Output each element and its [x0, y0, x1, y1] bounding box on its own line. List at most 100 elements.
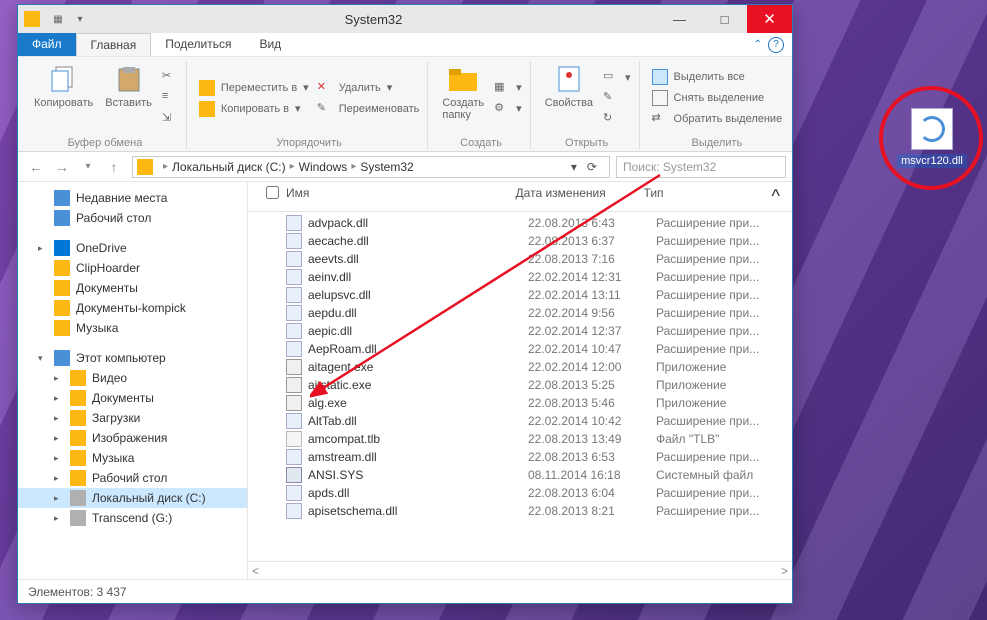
sidebar-item-desktop2[interactable]: ▸Рабочий стол — [18, 468, 247, 488]
sidebar-item-music[interactable]: Музыка — [18, 318, 247, 338]
ribbon-collapse-icon[interactable]: ⌃ — [754, 39, 762, 50]
file-row[interactable]: aelupsvc.dll22.02.2014 13:11Расширение п… — [248, 286, 792, 304]
newitem-icon[interactable]: ▦▾ — [492, 79, 524, 97]
search-input[interactable]: Поиск: System32 — [616, 156, 786, 178]
titlebar[interactable]: ▦ ▾ System32 — □ ✕ — [18, 5, 792, 33]
scroll-up-icon[interactable]: ^ — [772, 186, 784, 207]
file-row[interactable]: aepdu.dll22.02.2014 9:56Расширение при..… — [248, 304, 792, 322]
column-type[interactable]: Тип — [644, 186, 772, 207]
rename-button[interactable]: ✎Переименовать — [315, 100, 422, 118]
file-name: AltTab.dll — [308, 414, 357, 428]
breadcrumb-part[interactable]: System32 — [360, 160, 413, 174]
file-icon — [286, 215, 302, 231]
sidebar-item-transcend[interactable]: ▸Transcend (G:) — [18, 508, 247, 528]
file-date: 22.08.2013 5:25 — [528, 378, 656, 392]
sidebar-item-documents2[interactable]: ▸Документы — [18, 388, 247, 408]
desktop-file-msvcr120[interactable]: msvcr120.dll — [897, 108, 967, 168]
sidebar-item-music2[interactable]: ▸Музыка — [18, 448, 247, 468]
sidebar-item-downloads[interactable]: ▸Загрузки — [18, 408, 247, 428]
file-icon — [286, 359, 302, 375]
history-icon[interactable]: ↻ — [601, 110, 633, 128]
tab-file[interactable]: Файл — [18, 33, 76, 56]
file-row[interactable]: apds.dll22.08.2013 6:04Расширение при... — [248, 484, 792, 502]
file-date: 08.11.2014 16:18 — [528, 468, 656, 482]
help-icon[interactable]: ? — [768, 37, 784, 53]
sidebar-item-onedrive[interactable]: ▸OneDrive — [18, 238, 247, 258]
copypath-icon[interactable]: ≡ — [160, 89, 180, 107]
file-name: apisetschema.dll — [308, 504, 397, 518]
tab-share[interactable]: Поделиться — [151, 33, 245, 56]
selectnone-button[interactable]: Снять выделение — [650, 89, 785, 107]
dll-file-icon — [911, 108, 953, 150]
file-row[interactable]: aeinv.dll22.02.2014 12:31Расширение при.… — [248, 268, 792, 286]
file-type: Приложение — [656, 396, 784, 410]
easyaccess-icon[interactable]: ⚙▾ — [492, 100, 524, 118]
sidebar-item-documents-kompick[interactable]: Документы-kompick — [18, 298, 247, 318]
file-name: aelupsvc.dll — [308, 288, 371, 302]
up-button[interactable]: ↑ — [102, 155, 126, 179]
file-list: Имя Дата изменения Тип ^ advpack.dll 22.0… — [248, 182, 792, 579]
paste-button[interactable]: Вставить — [101, 61, 156, 135]
quick-newfolder-icon[interactable]: ▾ — [70, 9, 90, 29]
breadcrumb-part[interactable]: Windows — [299, 160, 348, 174]
history-dropdown[interactable]: ▾ — [76, 155, 100, 179]
address-bar[interactable]: ▸ Локальный диск (C:) ▸ Windows ▸ System… — [132, 156, 610, 178]
close-button[interactable]: ✕ — [747, 5, 792, 33]
sidebar-item-video[interactable]: ▸Видео — [18, 368, 247, 388]
file-type: Расширение при... — [656, 252, 784, 266]
file-row[interactable]: amcompat.tlb22.08.2013 13:49Файл "TLB" — [248, 430, 792, 448]
file-row[interactable]: aecache.dll22.08.2013 6:37Расширение при… — [248, 232, 792, 250]
sidebar-item-desktop[interactable]: Рабочий стол — [18, 208, 247, 228]
minimize-button[interactable]: — — [657, 5, 702, 33]
sidebar-item-cliphoarder[interactable]: ClipHoarder — [18, 258, 247, 278]
invertselect-button[interactable]: ⇄Обратить выделение — [650, 110, 785, 128]
ribbon: Копировать Вставить ✂ ≡ ⇲ Буфер обмена П… — [18, 57, 792, 152]
file-row[interactable]: aeevts.dll22.08.2013 7:16Расширение при.… — [248, 250, 792, 268]
horizontal-scrollbar[interactable]: <> — [248, 561, 792, 579]
ribbon-tabs: Файл Главная Поделиться Вид ⌃ ? — [18, 33, 792, 57]
file-row[interactable]: alg.exe22.08.2013 5:46Приложение — [248, 394, 792, 412]
file-row[interactable]: AltTab.dll22.02.2014 10:42Расширение при… — [248, 412, 792, 430]
selectall-button[interactable]: Выделить все — [650, 68, 785, 86]
sidebar-item-recent[interactable]: Недавние места — [18, 188, 247, 208]
file-name: aeinv.dll — [308, 270, 351, 284]
newfolder-button[interactable]: Создать папку — [438, 61, 488, 135]
properties-button[interactable]: Свойства — [541, 61, 597, 135]
moveto-button[interactable]: Переместить в ▾ — [197, 79, 311, 97]
maximize-button[interactable]: □ — [702, 5, 747, 33]
copy-button[interactable]: Копировать — [30, 61, 97, 135]
sidebar-item-pictures[interactable]: ▸Изображения — [18, 428, 247, 448]
tab-view[interactable]: Вид — [245, 33, 295, 56]
cut-icon[interactable]: ✂ — [160, 68, 180, 86]
sidebar-item-thispc[interactable]: ▾Этот компьютер — [18, 348, 247, 368]
select-all-checkbox[interactable] — [266, 186, 279, 199]
file-name: advpack.dll — [308, 216, 368, 230]
file-row[interactable]: aepic.dll22.02.2014 12:37Расширение при.… — [248, 322, 792, 340]
pasteshortcut-icon[interactable]: ⇲ — [160, 110, 180, 128]
back-button[interactable]: ← — [24, 155, 48, 179]
file-type: Расширение при... — [656, 306, 784, 320]
column-name[interactable]: Имя — [286, 186, 516, 207]
file-row[interactable]: apisetschema.dll22.08.2013 8:21Расширени… — [248, 502, 792, 520]
column-date[interactable]: Дата изменения — [516, 186, 644, 207]
sidebar-item-localdisk[interactable]: ▸Локальный диск (C:) — [18, 488, 247, 508]
file-name: aepic.dll — [308, 324, 352, 338]
delete-button[interactable]: ✕Удалить ▾ — [315, 79, 422, 97]
copyto-button[interactable]: Копировать в ▾ — [197, 100, 311, 118]
file-row[interactable]: advpack.dll22.08.2013 6:43Расширение при… — [248, 214, 792, 232]
file-row[interactable]: aitstatic.exe22.08.2013 5:25Приложение — [248, 376, 792, 394]
file-date: 22.02.2014 12:00 — [528, 360, 656, 374]
open-icon[interactable]: ▭▾ — [601, 68, 633, 86]
sidebar-item-documents[interactable]: Документы — [18, 278, 247, 298]
file-row[interactable]: amstream.dll22.08.2013 6:53Расширение пр… — [248, 448, 792, 466]
file-date: 22.08.2013 6:43 — [528, 216, 656, 230]
tab-home[interactable]: Главная — [76, 33, 152, 56]
file-row[interactable]: aitagent.exe22.02.2014 12:00Приложение — [248, 358, 792, 376]
forward-button[interactable]: → — [50, 155, 74, 179]
quick-properties-icon[interactable]: ▦ — [48, 9, 68, 29]
breadcrumb-part[interactable]: Локальный диск (C:) — [172, 160, 286, 174]
file-row[interactable]: AepRoam.dll22.02.2014 10:47Расширение пр… — [248, 340, 792, 358]
edit-icon[interactable]: ✎ — [601, 89, 633, 107]
file-icon — [286, 269, 302, 285]
file-row[interactable]: ANSI.SYS08.11.2014 16:18Системный файл — [248, 466, 792, 484]
